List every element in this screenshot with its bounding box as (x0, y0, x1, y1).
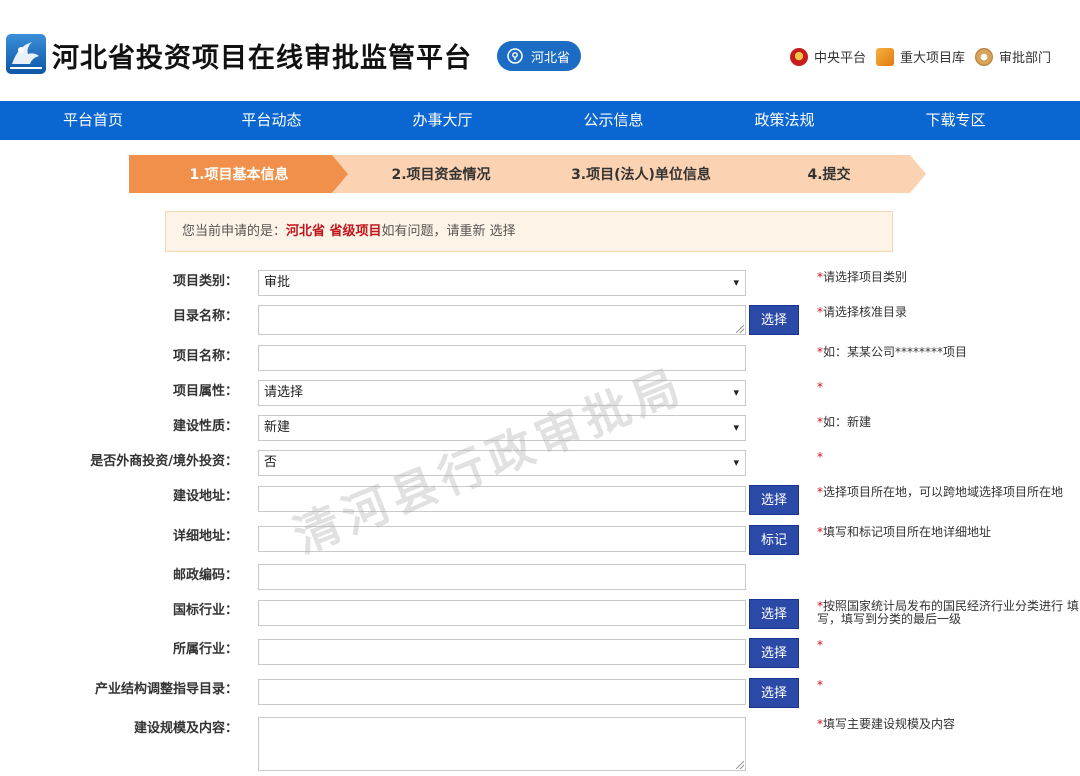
field-hint: *请选择核准目录 (817, 305, 908, 319)
reselect-link[interactable]: 如有问题，请重新 选择 (382, 224, 516, 239)
field-label: 是否外商投资/境外投资： (90, 454, 238, 469)
nav-service-hall[interactable]: 办事大厅 (357, 101, 528, 140)
postal-code-input[interactable] (258, 564, 746, 590)
field-label: 国标行业： (172, 603, 238, 618)
construction-address-input[interactable] (258, 486, 746, 512)
mark-location-button[interactable]: 标记 (749, 525, 799, 555)
field-hint: * (817, 450, 823, 464)
field-label: 所属行业： (172, 642, 238, 657)
application-level: 河北省 省级项目 (286, 224, 382, 239)
field-label: 项目类别： (172, 274, 238, 289)
field-label: 建设地址： (172, 489, 238, 504)
field-hint: * (817, 638, 823, 652)
field-hint: *填写和标记项目所在地详细地址 (817, 525, 992, 539)
step-basic-info[interactable]: 1.项目基本信息 (129, 155, 349, 193)
field-hint: *如：新建 (817, 415, 872, 429)
field-label: 产业结构调整指导目录： (94, 682, 238, 697)
step-funding[interactable]: 2.项目资金情况 (332, 155, 550, 193)
field-label: 建设性质： (172, 419, 238, 434)
field-hint: * (817, 678, 823, 692)
region-selector[interactable]: 河北省 (497, 41, 581, 71)
national-industry-input[interactable] (258, 600, 746, 626)
construction-type-select[interactable]: 新建 (258, 415, 746, 441)
field-hint: *填写主要建设规模及内容 (817, 717, 956, 731)
industrial-guidance-select-button[interactable]: 选择 (749, 678, 799, 708)
project-category-select[interactable]: 审批 (258, 270, 746, 296)
site-header: 河北省投资项目在线审批监管平台 河北省 中央平台 重大项目库 审批部门 (0, 0, 1080, 101)
location-pin-icon (507, 48, 523, 64)
field-label: 邮政编码： (172, 568, 238, 583)
field-hint: *按照国家统计局发布的国民经济行业分类进行 填写，填写到分类的最后一级 (817, 599, 1079, 626)
field-hint: *选择项目所在地，可以跨地域选择项目所在地 (817, 485, 1064, 499)
construction-scale-textarea[interactable] (258, 717, 746, 771)
platform-logo-icon[interactable] (6, 34, 46, 74)
industry-input[interactable] (258, 639, 746, 665)
nav-policies[interactable]: 政策法规 (699, 101, 870, 140)
field-hint: * (817, 380, 823, 394)
top-links: 中央平台 重大项目库 审批部门 (790, 47, 1051, 66)
field-label: 项目名称： (172, 349, 238, 364)
step-progress: 1.项目基本信息 2.项目资金情况 3.项目(法人)单位信息 4.提交 (129, 155, 929, 193)
field-label: 详细地址： (172, 529, 238, 544)
resize-handle-icon[interactable] (736, 325, 744, 333)
nav-news[interactable]: 平台动态 (186, 101, 357, 140)
resize-handle-icon[interactable] (736, 761, 744, 769)
nav-home[interactable]: 平台首页 (0, 101, 186, 140)
main-nav: 平台首页 平台动态 办事大厅 公示信息 政策法规 下载专区 (0, 101, 1080, 140)
nav-downloads[interactable]: 下载专区 (870, 101, 1041, 140)
application-notice: 您当前申请的是：河北省 省级项目如有问题，请重新 选择 (165, 211, 893, 252)
address-select-button[interactable]: 选择 (749, 485, 799, 515)
nav-public-info[interactable]: 公示信息 (528, 101, 699, 140)
project-name-input[interactable] (258, 345, 746, 371)
link-approval-departments[interactable]: 审批部门 (975, 47, 1051, 66)
field-hint: *如：某某公司********项目 (817, 345, 968, 359)
field-hint: *请选择项目类别 (817, 270, 908, 284)
box-icon (876, 47, 895, 66)
industry-select-button[interactable]: 选择 (749, 638, 799, 668)
building-icon (975, 47, 994, 66)
site-title[interactable]: 河北省投资项目在线审批监管平台 (52, 36, 472, 75)
detailed-address-input[interactable] (258, 526, 746, 552)
catalog-name-textarea[interactable] (258, 305, 746, 335)
field-label: 目录名称： (172, 309, 238, 324)
national-emblem-icon (790, 47, 808, 66)
catalog-select-button[interactable]: 选择 (749, 305, 799, 335)
step-entity-info[interactable]: 3.项目(法人)单位信息 (532, 155, 750, 193)
link-major-projects[interactable]: 重大项目库 (876, 47, 965, 66)
link-central-platform[interactable]: 中央平台 (790, 47, 866, 66)
foreign-investment-select[interactable]: 否 (258, 450, 746, 476)
field-label: 建设规模及内容： (133, 721, 238, 736)
region-label: 河北省 (531, 50, 571, 66)
industrial-guidance-input[interactable] (258, 679, 746, 705)
project-attribute-select[interactable]: 请选择 (258, 380, 746, 406)
field-label: 项目属性： (172, 384, 238, 399)
national-industry-select-button[interactable]: 选择 (749, 599, 799, 629)
step-submit[interactable]: 4.提交 (732, 155, 926, 193)
